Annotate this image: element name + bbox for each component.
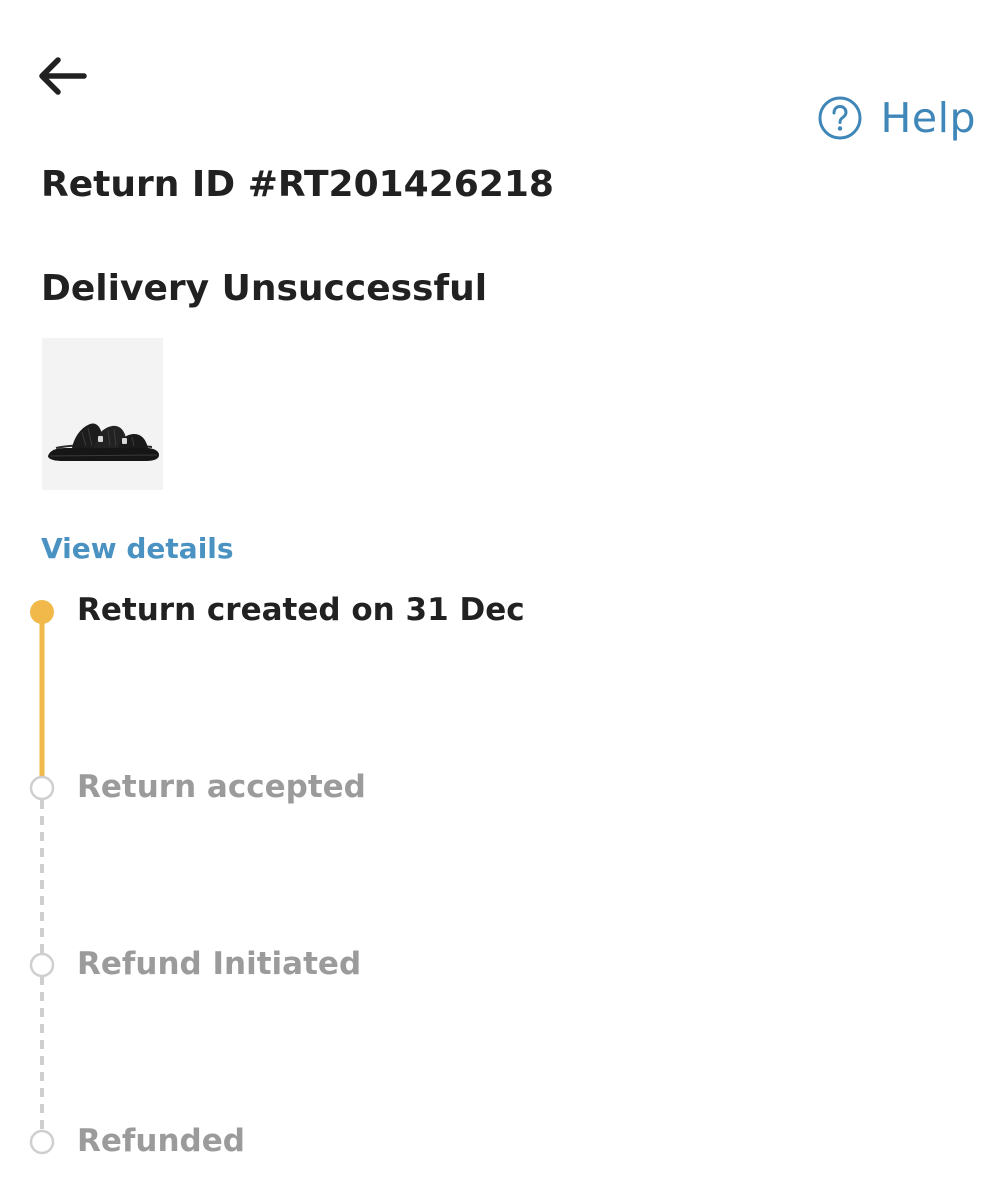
delivery-status-heading: Delivery Unsuccessful [41,268,488,309]
help-label: Help [880,94,976,142]
view-details-link[interactable]: View details [41,532,234,565]
timeline-step-return-accepted: Return accepted [77,769,366,805]
help-button[interactable]: Help [817,92,976,144]
product-image[interactable] [42,338,163,490]
step-dot-pending [29,952,55,978]
sandal-image [42,338,163,490]
step-dot-completed [30,600,54,624]
back-button[interactable] [34,50,94,102]
arrow-left-icon [39,57,87,95]
timeline-step-return-created: Return created on 31 Dec [77,592,525,628]
step-dot-pending [29,775,55,801]
timeline-step-refund-initiated: Refund Initiated [77,946,362,982]
return-timeline [29,600,55,1155]
return-id-title: Return ID #RT201426218 [41,164,554,205]
timeline-step-refunded: Refunded [77,1123,245,1159]
step-dot-pending [29,1129,55,1155]
question-circle-icon [818,96,862,140]
